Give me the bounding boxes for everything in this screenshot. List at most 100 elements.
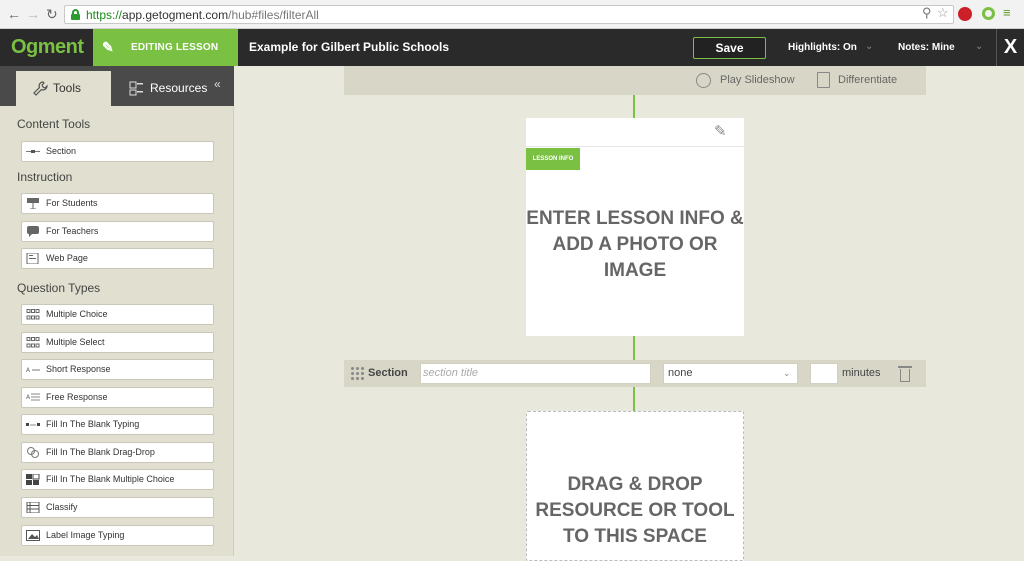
section-title-input[interactable]: section title <box>420 363 651 384</box>
tool-label: Free Response <box>46 392 108 402</box>
tab-tools-label: Tools <box>53 81 82 95</box>
prompt-line: DRAG & DROP <box>567 474 703 495</box>
logo[interactable]: Ogment <box>0 29 93 66</box>
bookmark-star-icon[interactable]: ☆ <box>937 6 949 20</box>
reload-icon[interactable]: ↻ <box>46 6 58 22</box>
tool-label: Classify <box>46 502 78 512</box>
edit-pencil-icon[interactable]: ✎ <box>714 122 727 140</box>
tool-label: Multiple Select <box>46 337 105 347</box>
section-select-value: none <box>668 367 693 379</box>
notes-dropdown[interactable]: Notes: Mine <box>898 29 955 66</box>
tool-label: Label Image Typing <box>46 530 125 540</box>
drag-handle-icon[interactable] <box>351 367 364 381</box>
prompt-line: RESOURCE OR TOOL <box>535 500 735 521</box>
tool-fill-blank-typing[interactable]: Fill In The Blank Typing <box>21 414 214 435</box>
card-divider <box>526 146 744 147</box>
tool-label-image-typing[interactable]: Label Image Typing <box>21 525 214 546</box>
back-arrow-icon[interactable]: ← <box>7 6 21 22</box>
prompt-line: ADD A PHOTO OR <box>552 234 718 255</box>
tool-label: Fill In The Blank Multiple Choice <box>46 474 175 484</box>
lesson-title: Example for Gilbert Public Schools <box>249 40 450 54</box>
tool-short-response[interactable]: A Short Response <box>21 359 214 380</box>
tool-multiple-choice[interactable]: Multiple Choice <box>21 304 214 325</box>
blocks-icon <box>26 474 40 485</box>
play-slideshow-button[interactable]: Play Slideshow <box>720 66 795 95</box>
tab-resources[interactable]: Resources <box>111 71 211 106</box>
tab-resources-label: Resources <box>150 81 208 95</box>
classify-icon <box>26 502 40 513</box>
svg-text:A: A <box>26 394 31 401</box>
grid-dots-icon <box>26 337 40 348</box>
sidebar: Tools Resources « Content Tools Section … <box>0 66 234 556</box>
save-button[interactable]: Save <box>693 37 766 59</box>
tool-classify[interactable]: Classify <box>21 497 214 518</box>
pinterest-icon[interactable] <box>958 7 972 21</box>
tool-free-response[interactable]: A Free Response <box>21 387 214 408</box>
sidebar-tabs: Tools Resources « <box>0 66 234 106</box>
tool-label: Web Page <box>46 253 88 263</box>
resources-icon <box>129 81 143 96</box>
connector-line <box>633 387 635 411</box>
tool-fill-blank-drag-drop[interactable]: Fill In The Blank Drag-Drop <box>21 442 214 463</box>
tool-label: Multiple Choice <box>46 309 108 319</box>
extension-icon[interactable] <box>982 7 995 20</box>
chevron-down-icon[interactable]: ⌄ <box>975 29 983 64</box>
connector-line <box>633 336 635 360</box>
lesson-info-badge: LESSON INFO <box>526 148 580 170</box>
web-page-icon <box>26 253 39 264</box>
pencil-icon: ✎ <box>102 39 114 55</box>
url-bar[interactable]: https://app.getogment.com/hub#files/filt… <box>64 5 954 24</box>
lesson-toolbar: Play Slideshow Differentiate <box>344 66 926 95</box>
minutes-label: minutes <box>842 367 881 379</box>
minutes-input[interactable] <box>810 363 838 384</box>
chevron-down-icon: ⌄ <box>783 368 791 378</box>
close-button[interactable]: X <box>996 29 1024 66</box>
editing-lesson-label: EDITING LESSON <box>131 42 219 53</box>
forward-arrow-icon[interactable]: → <box>26 6 40 22</box>
highlights-dropdown[interactable]: Highlights: On <box>788 29 857 66</box>
drag-drop-icon <box>27 447 39 458</box>
url-path: /hub#files/filterAll <box>228 8 319 22</box>
lesson-info-card[interactable]: ✎ LESSON INFO ENTER LESSON INFO & ADD A … <box>526 118 744 336</box>
tool-label: For Students <box>46 198 98 208</box>
tool-label: For Teachers <box>46 226 99 236</box>
tool-for-teachers[interactable]: For Teachers <box>21 221 214 242</box>
tool-label: Section <box>46 146 77 156</box>
section-row: Section section title none ⌄ minutes <box>344 360 926 387</box>
trash-icon[interactable] <box>898 365 912 382</box>
prompt-line: IMAGE <box>603 260 667 281</box>
tool-label: Fill In The Blank Typing <box>46 419 140 429</box>
editing-lesson-banner: ✎ EDITING LESSON <box>93 29 238 66</box>
connector-line <box>633 95 635 118</box>
tool-fill-blank-multiple-choice[interactable]: Fill In The Blank Multiple Choice <box>21 469 214 490</box>
app-header: Ogment ✎ EDITING LESSON Example for Gilb… <box>0 29 1024 66</box>
play-icon[interactable] <box>696 73 711 88</box>
section-select[interactable]: none ⌄ <box>663 363 798 384</box>
fill-blank-icon <box>26 423 40 426</box>
svg-text:A: A <box>26 367 31 374</box>
image-label-icon <box>26 530 40 541</box>
prompt-line: TO THIS SPACE <box>563 526 707 547</box>
presentation-icon <box>27 198 39 209</box>
tool-label: Short Response <box>46 364 111 374</box>
collapse-sidebar-icon[interactable]: « <box>214 78 221 90</box>
drop-zone[interactable]: DRAG & DROP RESOURCE OR TOOL TO THIS SPA… <box>526 411 744 561</box>
menu-icon[interactable]: ≡ <box>1003 6 1011 20</box>
url-protocol: https:// <box>86 8 123 22</box>
lock-icon <box>70 9 80 20</box>
tab-tools[interactable]: Tools <box>16 71 111 106</box>
tool-for-students[interactable]: For Students <box>21 193 214 214</box>
section-heading-question-types: Question Types <box>17 281 101 295</box>
grid-dots-icon <box>26 309 40 320</box>
short-response-icon: A <box>26 367 40 374</box>
section-icon <box>26 150 40 153</box>
tool-section[interactable]: Section <box>21 141 214 162</box>
url-host: app.getogment.com <box>122 8 229 22</box>
tool-multiple-select[interactable]: Multiple Select <box>21 332 214 353</box>
tool-web-page[interactable]: Web Page <box>21 248 214 269</box>
tool-label: Fill In The Blank Drag-Drop <box>46 447 155 457</box>
chevron-down-icon[interactable]: ⌄ <box>865 29 873 64</box>
differentiate-icon[interactable] <box>817 72 830 88</box>
key-icon[interactable]: ⚲ <box>922 6 932 20</box>
differentiate-button[interactable]: Differentiate <box>838 66 897 95</box>
